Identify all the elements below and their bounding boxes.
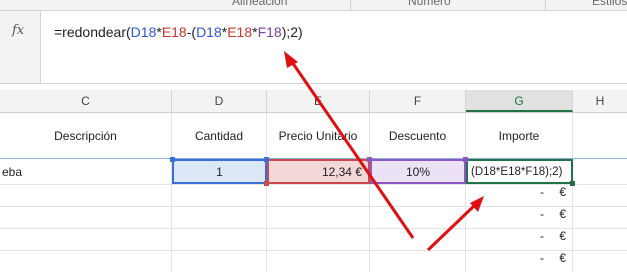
cell-empty[interactable] [172,251,267,272]
formula-ref-d18: D18 [196,24,222,40]
worksheet-grid: Descripción Cantidad Precio Unitario Des… [0,113,627,272]
cell-cantidad-d18[interactable]: 1 [172,159,267,184]
cell-header-importe[interactable]: Importe [466,113,573,158]
cell-empty[interactable] [573,185,627,206]
column-header-g[interactable]: G [466,90,573,112]
cell-empty[interactable] [267,229,370,250]
ribbon-separator [545,0,546,10]
cell-empty[interactable] [573,113,627,158]
currency-euro: € [559,229,566,243]
table-row: - € [0,251,627,272]
table-row: - € [0,207,627,229]
cell-empty[interactable] [370,185,466,206]
formula-part: );2) [281,24,303,40]
range-handle-f18[interactable] [367,157,372,162]
currency-dash: - [540,185,544,199]
range-handle-e18[interactable] [264,181,269,186]
cell-empty[interactable] [267,207,370,228]
currency-euro: € [559,207,566,221]
cell-precio-e18[interactable]: 12,34 € [267,159,370,184]
cell-importe[interactable]: - € [466,251,573,272]
cell-empty[interactable] [172,207,267,228]
column-header-h[interactable]: H [573,90,627,112]
table-row: - € [0,185,627,207]
fill-handle[interactable] [570,181,575,186]
cell-empty[interactable] [573,159,627,184]
table-row: - € [0,229,627,251]
ribbon-group-numero[interactable]: Número [408,0,451,8]
formula-ref-d18: D18 [130,24,157,40]
cell-empty[interactable] [573,251,627,272]
currency-euro: € [559,185,566,199]
cell-descuento-f18[interactable]: 10% [370,159,466,184]
currency-dash: - [540,229,544,243]
formula-ref-e18: E18 [161,24,187,40]
cell-empty[interactable] [172,229,267,250]
column-header-f[interactable]: F [370,90,466,112]
cell-empty[interactable] [370,207,466,228]
active-cell-importe-g18[interactable]: (D18*E18*F18);2) [466,159,573,184]
ribbon-group-estilos[interactable]: Estilos [592,0,627,8]
cell-empty[interactable] [573,229,627,250]
ribbon-separator [350,0,351,10]
cell-header-descripcion[interactable]: Descripción [0,113,172,158]
formula-ref-e18: E18 [227,24,253,40]
cell-header-precio-unitario[interactable]: Precio Unitario [267,113,370,158]
cell-empty[interactable] [0,185,172,206]
ribbon-group-alineacion[interactable]: Alineación [232,0,287,8]
table-header-row: Descripción Cantidad Precio Unitario Des… [0,113,627,159]
cell-empty[interactable] [0,251,172,272]
column-header-e[interactable]: E [267,90,370,112]
formula-part: -( [186,24,197,40]
range-handle-d18[interactable] [264,157,269,162]
formula-part: =redondear( [54,24,131,40]
cell-empty[interactable] [172,185,267,206]
cell-empty[interactable] [370,229,466,250]
cell-importe[interactable]: - € [466,229,573,250]
column-header-d[interactable]: D [172,90,267,112]
cell-header-descuento[interactable]: Descuento [370,113,466,158]
ribbon-groups-strip: Alineación Número Estilos [0,0,627,11]
table-row: eba 1 12,34 € 10% (D18*E18*F18);2) [0,159,627,185]
range-handle-d18[interactable] [170,157,175,162]
column-header-c[interactable]: C [0,90,172,112]
formula-bar: fx =redondear(D18*E18-(D18*E18*F18);2) [0,11,627,84]
cell-empty[interactable] [267,185,370,206]
fx-icon: fx [12,23,25,38]
column-headers: C D E F G H [0,90,627,113]
cell-header-cantidad[interactable]: Cantidad [172,113,267,158]
cell-importe[interactable]: - € [466,207,573,228]
range-handle-f18[interactable] [463,157,468,162]
cell-importe[interactable]: - € [466,185,573,206]
currency-dash: - [540,251,544,265]
cell-empty[interactable] [0,229,172,250]
cell-empty[interactable] [267,251,370,272]
cell-empty[interactable] [370,251,466,272]
currency-dash: - [540,207,544,221]
formula-input[interactable]: =redondear(D18*E18-(D18*E18*F18);2) [54,24,303,40]
formula-ref-f18: F18 [257,24,282,40]
cell-empty[interactable] [573,207,627,228]
fx-button[interactable]: fx [0,11,41,83]
currency-euro: € [559,251,566,265]
cell-descripcion[interactable]: eba [0,159,172,184]
cell-empty[interactable] [0,207,172,228]
